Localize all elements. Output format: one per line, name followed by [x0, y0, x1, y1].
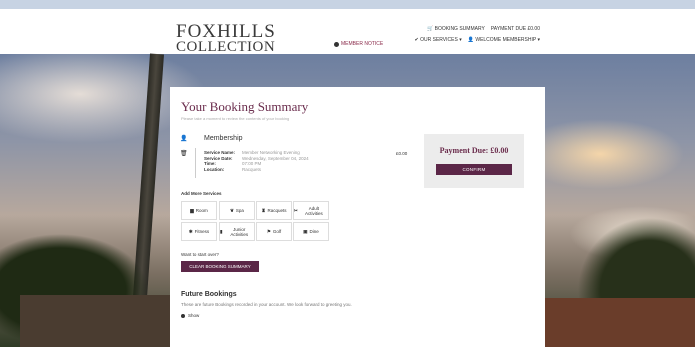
item-price: £0.00: [396, 151, 408, 156]
golf-icon: ⚑: [266, 229, 271, 234]
service-racquets-button[interactable]: ♜ Racquets: [256, 201, 292, 220]
detail-key: Location:: [204, 166, 225, 172]
payment-due-label: Payment Due: £0.00: [439, 146, 509, 155]
payment-due-link[interactable]: PAYMENT DUE £0.00: [491, 26, 540, 32]
service-spa-button[interactable]: ❦ Spa: [219, 201, 255, 220]
payment-box: Payment Due: £0.00 CONFIRM: [424, 134, 524, 188]
welcome-menu[interactable]: 👤 WELCOME MEMBERSHIP ▾: [468, 37, 540, 43]
service-adult-activities-button[interactable]: ✂ Adult Activities: [293, 201, 329, 220]
service-junior-activities-button[interactable]: ▮ Junior Activities: [219, 222, 255, 241]
check-icon: ✔: [414, 37, 419, 43]
chevron-down-icon: ▾: [537, 37, 540, 43]
service-details: Service Name: Member Networking Evening S…: [204, 150, 309, 172]
page-subtitle: Please take a moment to review the conte…: [181, 116, 290, 121]
racquets-icon: ♜: [261, 208, 266, 213]
clear-booking-summary-button[interactable]: CLEAR BOOKING SUMMARY: [181, 261, 259, 272]
add-more-services-label: Add More Services: [181, 191, 222, 196]
building-right: [545, 298, 695, 347]
page-title: Your Booking Summary: [181, 99, 309, 114]
logo-line-2: COLLECTION: [176, 39, 276, 55]
divider: [195, 148, 196, 178]
booking-summary-link[interactable]: 🛒 BOOKING SUMMARY: [427, 26, 485, 32]
building-left: [20, 295, 170, 347]
fitness-icon: ✱: [188, 229, 193, 234]
confirm-button[interactable]: CONFIRM: [436, 164, 512, 175]
header-nav: 🛒 BOOKING SUMMARY PAYMENT DUE £0.00 ✔ OU…: [415, 26, 540, 48]
service-dine-button[interactable]: ▣ Dine: [293, 222, 329, 241]
user-icon: 👤: [180, 136, 188, 142]
detail-value: Racquets: [242, 166, 262, 172]
dine-icon: ▣: [303, 229, 308, 234]
member-notice-link[interactable]: MEMBER NOTICE: [334, 41, 383, 47]
chevron-down-icon: ▾: [459, 37, 462, 43]
browser-strip: [0, 0, 695, 9]
show-toggle[interactable]: Show: [181, 313, 199, 318]
foxhills-logo[interactable]: FOXHILLS COLLECTION: [176, 21, 276, 55]
spa-icon: ❦: [230, 208, 234, 213]
notice-icon: [334, 41, 339, 47]
future-bookings-text: These are future Bookings recorded in yo…: [181, 302, 352, 307]
trash-icon[interactable]: 🗑: [180, 150, 188, 157]
user-icon: 👤: [467, 37, 474, 43]
future-bookings-title: Future Bookings: [181, 291, 237, 298]
bed-icon: ▆: [190, 208, 194, 213]
plus-icon: [181, 313, 185, 318]
booking-summary-card: Your Booking Summary Please take a momen…: [170, 87, 545, 347]
service-room-button[interactable]: ▆ Room: [181, 201, 217, 220]
service-fitness-button[interactable]: ✱ Fitness: [181, 222, 217, 241]
site-header: FOXHILLS COLLECTION 🛒 BOOKING SUMMARY PA…: [0, 9, 695, 55]
logo-line-1: FOXHILLS: [176, 21, 276, 42]
start-over-text: Want to start over?: [181, 252, 219, 257]
activities-icon: ✂: [294, 208, 298, 213]
junior-icon: ▮: [220, 229, 223, 234]
item-title: Membership: [204, 135, 243, 142]
our-services-menu[interactable]: ✔ OUR SERVICES ▾: [415, 37, 462, 43]
service-golf-button[interactable]: ⚑ Golf: [256, 222, 292, 241]
cart-icon: 🛒: [426, 26, 434, 32]
